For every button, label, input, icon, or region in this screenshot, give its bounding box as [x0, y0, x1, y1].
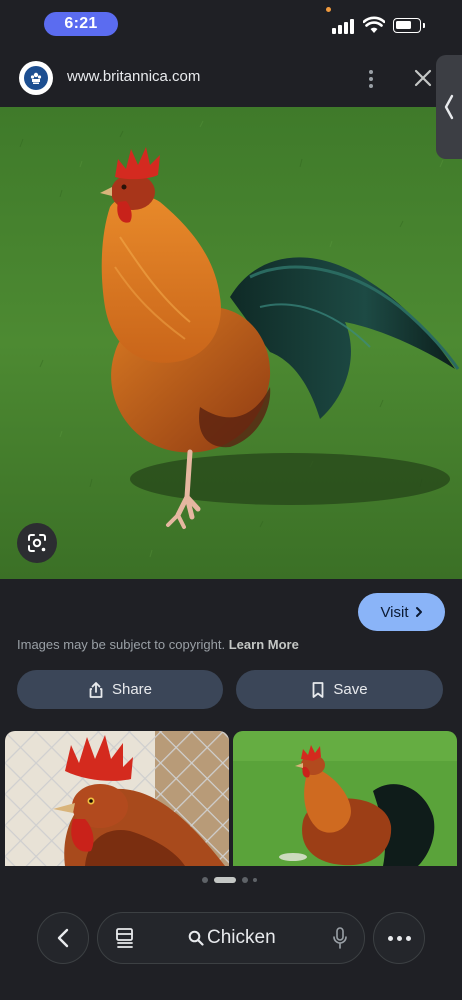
chevron-left-icon	[444, 94, 454, 120]
copyright-text: Images may be subject to copyright.	[17, 637, 226, 652]
share-button[interactable]: Share	[17, 670, 223, 709]
chevron-right-icon	[415, 607, 422, 617]
dot	[387, 935, 393, 941]
related-image-thumbnail[interactable]	[233, 731, 457, 866]
page-url[interactable]: www.britannica.com	[67, 68, 200, 85]
signal-icon	[332, 18, 356, 34]
share-label: Share	[111, 681, 153, 698]
learn-more-link[interactable]: Learn More	[229, 637, 299, 652]
main-image[interactable]	[0, 107, 462, 579]
lens-icon	[28, 534, 46, 552]
more-options-button[interactable]	[373, 912, 425, 964]
google-lens-button[interactable]	[17, 523, 57, 563]
tabs-icon[interactable]	[115, 927, 135, 949]
status-bar: 6:21	[0, 0, 462, 50]
privacy-indicator-dot	[326, 7, 331, 12]
save-label: Save	[333, 681, 368, 698]
browser-url-bar: www.britannica.com	[0, 55, 462, 105]
carousel-pagination	[202, 877, 262, 883]
page-dot	[242, 877, 248, 883]
more-options-icon[interactable]	[362, 66, 380, 92]
page-dot	[202, 877, 208, 883]
close-icon[interactable]	[412, 67, 434, 89]
back-button[interactable]	[37, 912, 89, 964]
search-icon	[188, 930, 204, 946]
bookmark-icon	[312, 681, 324, 698]
search-query-wrap[interactable]: Chicken	[188, 927, 276, 949]
page-dot	[253, 878, 257, 882]
related-image-thumbnail[interactable]	[5, 731, 229, 866]
page-dot-active	[214, 877, 236, 883]
side-panel-handle[interactable]	[436, 55, 462, 159]
status-time: 6:21	[44, 12, 118, 36]
chevron-left-icon	[57, 928, 69, 948]
dot	[405, 935, 411, 941]
share-icon	[89, 681, 103, 698]
search-bar[interactable]: Chicken	[97, 912, 365, 964]
battery-icon	[393, 18, 425, 33]
microphone-icon[interactable]	[332, 926, 348, 950]
save-button[interactable]: Save	[236, 670, 443, 709]
wifi-icon	[363, 16, 385, 33]
dot	[396, 935, 402, 941]
visit-label: Visit	[380, 603, 409, 621]
britannica-logo-icon	[19, 61, 53, 95]
visit-button[interactable]: Visit	[358, 593, 445, 631]
copyright-notice: Images may be subject to copyright. Lear…	[17, 637, 299, 652]
search-query[interactable]: Chicken	[207, 927, 276, 949]
